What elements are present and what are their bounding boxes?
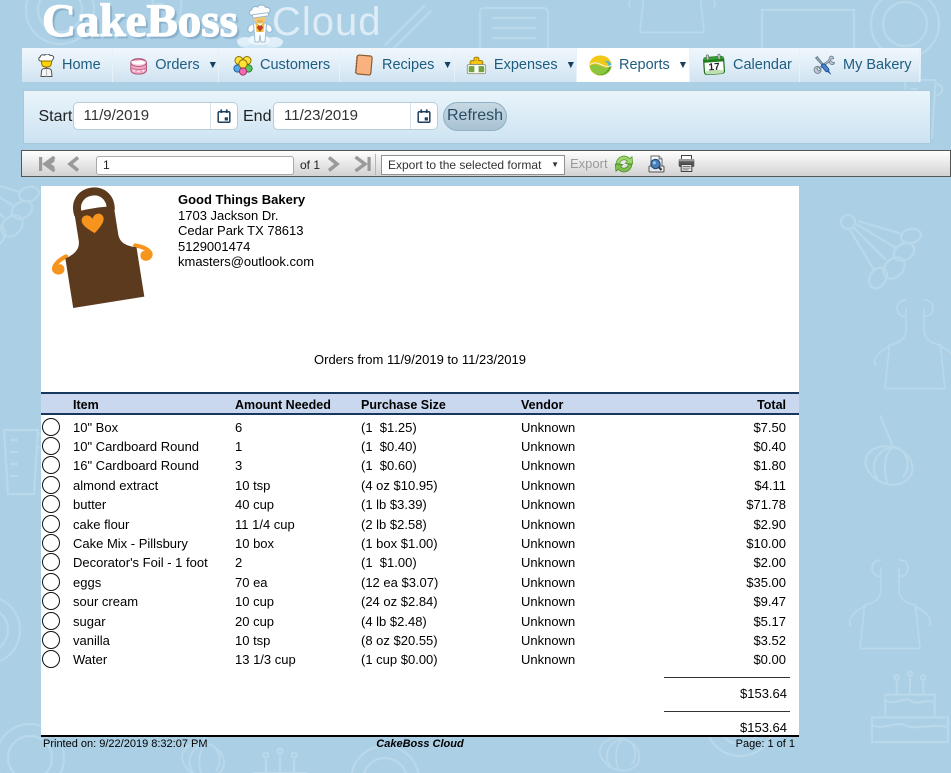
- svg-text:17: 17: [708, 62, 720, 74]
